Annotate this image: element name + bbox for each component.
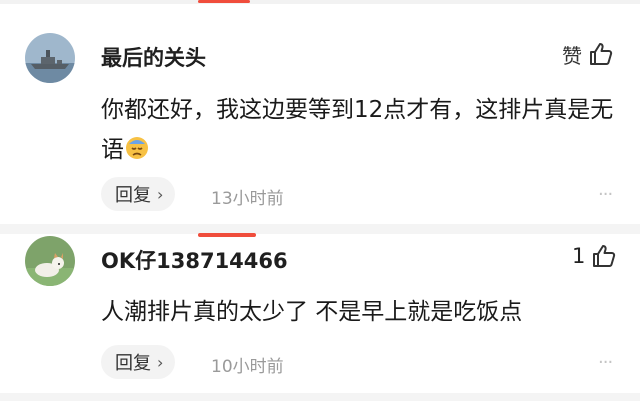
- comment-divider: [0, 224, 640, 234]
- like-button[interactable]: 赞: [562, 39, 614, 69]
- warship-avatar-icon: [25, 33, 75, 83]
- comment-text-line-2: 语: [101, 130, 613, 170]
- top-divider: [0, 0, 640, 4]
- like-button[interactable]: 1: [572, 241, 617, 271]
- timestamp: 13小时前: [211, 189, 284, 209]
- comment-text-line: 你都还好，我这边要等到12点才有，这排片真是无: [101, 97, 614, 123]
- comment-divider: [0, 393, 640, 401]
- like-count: 1: [572, 244, 586, 268]
- like-label: 赞: [562, 43, 582, 68]
- reply-label: 回复: [115, 185, 151, 206]
- reply-button[interactable]: 回复 ›: [101, 177, 176, 211]
- user-avatar[interactable]: [25, 236, 75, 286]
- more-options-icon[interactable]: ···: [598, 184, 613, 205]
- top-accent-bar: [198, 0, 250, 3]
- timestamp: 10小时前: [211, 357, 284, 377]
- reply-button[interactable]: 回复 ›: [101, 345, 176, 379]
- thumbs-up-icon: [588, 41, 614, 67]
- more-options-icon[interactable]: ···: [598, 352, 613, 373]
- username[interactable]: OK仔138714466: [101, 245, 288, 275]
- thumbs-up-icon: [591, 243, 617, 269]
- user-avatar[interactable]: [25, 33, 75, 83]
- chevron-right-icon: ›: [157, 352, 164, 372]
- comment-content: 你都还好，我这边要等到12点才有，这排片真是无 语: [101, 90, 613, 170]
- dog-avatar-icon: [25, 236, 75, 286]
- mid-accent-bar: [198, 233, 256, 237]
- reply-label: 回复: [115, 353, 151, 374]
- username[interactable]: 最后的关头: [101, 42, 206, 72]
- comment-content: 人潮排片真的太少了 不是早上就是吃饭点: [101, 292, 522, 332]
- chevron-right-icon: ›: [157, 184, 164, 204]
- comment-text-tail: 语: [101, 137, 124, 163]
- comment-text-line: 人潮排片真的太少了 不是早上就是吃饭点: [101, 299, 523, 325]
- pensive-face-emoji-icon: [124, 134, 150, 160]
